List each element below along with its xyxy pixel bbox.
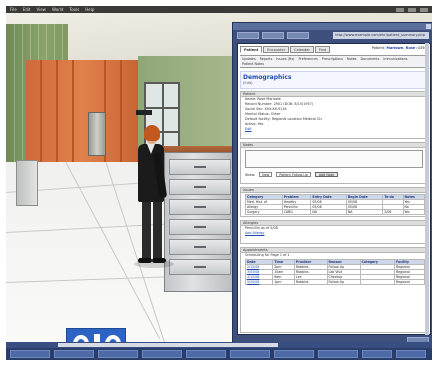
menu-help[interactable]: Help: [85, 7, 94, 12]
tab-find[interactable]: Find: [314, 46, 331, 53]
toolbar-button[interactable]: [274, 350, 314, 358]
nav-prescriptions[interactable]: Prescriptions: [322, 57, 343, 61]
status-indicators: [396, 7, 432, 12]
tab-encounter[interactable]: Encounter: [263, 46, 290, 53]
appointments-subtitle: Scheduling for Page 1 of 1: [245, 253, 290, 257]
notes-section: Notes Show: New Patient Follow-Up Add No…: [240, 142, 428, 184]
toolbar-button[interactable]: [362, 350, 392, 358]
back-button[interactable]: [237, 32, 259, 39]
patient-name[interactable]: Marlowe, Rose: [386, 46, 415, 50]
reload-button[interactable]: [287, 32, 309, 39]
notes-type-select[interactable]: New: [259, 172, 273, 177]
patient-header: Patient: Marlowe, Rose (4356): [372, 46, 428, 50]
ehr-tabs: Patient Encounter Calendar Find: [240, 46, 331, 53]
issues-table: Category Problem Entry Date Begin Date T…: [245, 194, 426, 215]
allergies-section: Allergies Penicillin as of 5/08 Add Alle…: [240, 220, 428, 244]
menu-edit[interactable]: Edit: [23, 7, 31, 12]
status-box: [420, 7, 428, 12]
table-cell: 1pm: [272, 279, 295, 285]
toolbar-button[interactable]: [318, 350, 358, 358]
page-title: Demographics: [243, 74, 292, 81]
table-cell[interactable]: 5/20/08: [244, 279, 274, 285]
table-cell: Robbins: [293, 279, 328, 285]
elevator-door: [88, 112, 106, 156]
nav-patient-notes[interactable]: Patient Notes: [242, 62, 264, 66]
toolbar-button[interactable]: [10, 350, 50, 358]
add-note-button[interactable]: Add Note: [314, 172, 339, 177]
toolbar-button[interactable]: [54, 350, 94, 358]
patient-edit-link[interactable]: Edit: [241, 127, 427, 132]
notes-textarea[interactable]: [245, 150, 423, 168]
menu-file[interactable]: File: [10, 7, 17, 12]
issues-section: Issues Category Problem Entry Date Begin…: [240, 187, 428, 217]
close-icon[interactable]: [426, 24, 431, 29]
nav-preferences[interactable]: Preferences: [298, 57, 317, 61]
tab-patient[interactable]: Patient: [240, 46, 263, 53]
toolbar-button[interactable]: [396, 350, 426, 358]
notes-to-select[interactable]: Patient Follow-Up: [276, 172, 311, 177]
menu-tools[interactable]: Tools: [69, 7, 79, 12]
file-cabinet[interactable]: [164, 152, 236, 292]
wall-sign: [136, 110, 152, 115]
table-cell: Regional: [394, 279, 425, 285]
web-browser-floater[interactable]: http://www.example.com/ehr/patient_summa…: [232, 22, 432, 348]
bottom-toolbar: [6, 348, 432, 360]
table-cell: NA: [310, 209, 347, 215]
status-box: [396, 7, 404, 12]
menu-view[interactable]: View: [36, 7, 46, 12]
patient-nav: Updates Reports Issues (Rx) Preferences …: [240, 55, 428, 68]
edit-link[interactable]: (Edit): [243, 81, 425, 85]
status-box: [408, 7, 416, 12]
toolbar-button[interactable]: [186, 350, 226, 358]
section-header: Notes: [241, 143, 427, 148]
nav-updates[interactable]: Updates: [242, 57, 256, 61]
ehr-page: Patient Encounter Calendar Find Patient:…: [237, 43, 431, 335]
nav-reports[interactable]: Reports: [260, 57, 273, 61]
url-field[interactable]: http://www.example.com/ehr/patient_summa…: [333, 32, 429, 39]
forward-button[interactable]: [262, 32, 284, 39]
nav-issues[interactable]: Issues (Rx): [276, 57, 294, 61]
table-cell: CABG: [281, 209, 312, 215]
table-cell: NA: [345, 209, 384, 215]
appointments-section: Appointments Scheduling for Page 1 of 1 …: [240, 247, 428, 333]
page-title-box: Demographics (Edit): [240, 71, 428, 89]
viewer-window: File Edit View World Tools Help http://w…: [6, 6, 432, 360]
toolbar-button[interactable]: [142, 350, 182, 358]
orange-wall: [26, 60, 138, 170]
add-allergy-link[interactable]: Add Allergy: [241, 231, 427, 236]
appointments-table: Date Time Provider Reason Category Facil…: [244, 259, 425, 285]
tab-calendar[interactable]: Calendar: [290, 46, 314, 53]
table-cell: Follow-Up: [326, 279, 361, 285]
table-row[interactable]: Surgery CABG NA NA 2/08 Yes: [245, 209, 426, 215]
toolbar-button[interactable]: [98, 350, 138, 358]
table-cell: Yes: [402, 209, 426, 215]
notes-controls: Show: New Patient Follow-Up Add Note: [241, 170, 427, 179]
nav-documents[interactable]: Documents: [361, 57, 380, 61]
chat-input[interactable]: [58, 343, 278, 347]
toolbar-button[interactable]: [230, 350, 270, 358]
table-cell: [359, 279, 396, 285]
floater-title-bar[interactable]: [233, 23, 432, 30]
nav-notes[interactable]: Notes: [347, 57, 357, 61]
table-cell: 2/08: [382, 209, 404, 215]
menu-bar: File Edit View World Tools Help: [6, 6, 432, 13]
section-header: Issues: [241, 188, 427, 193]
page-scrollbar[interactable]: [425, 43, 429, 335]
desk: [16, 160, 38, 206]
patient-section: Patient Name: Rose Marlowe Record Number…: [240, 91, 428, 139]
table-row[interactable]: 5/20/08 1pm Robbins Follow-Up Regional: [244, 279, 425, 285]
notes-show-label: Show:: [245, 172, 256, 177]
nav-immunizations[interactable]: Immunizations: [383, 57, 407, 61]
menu-world[interactable]: World: [52, 7, 63, 12]
patient-label: Patient:: [371, 46, 386, 50]
table-cell: Surgery: [245, 209, 283, 215]
